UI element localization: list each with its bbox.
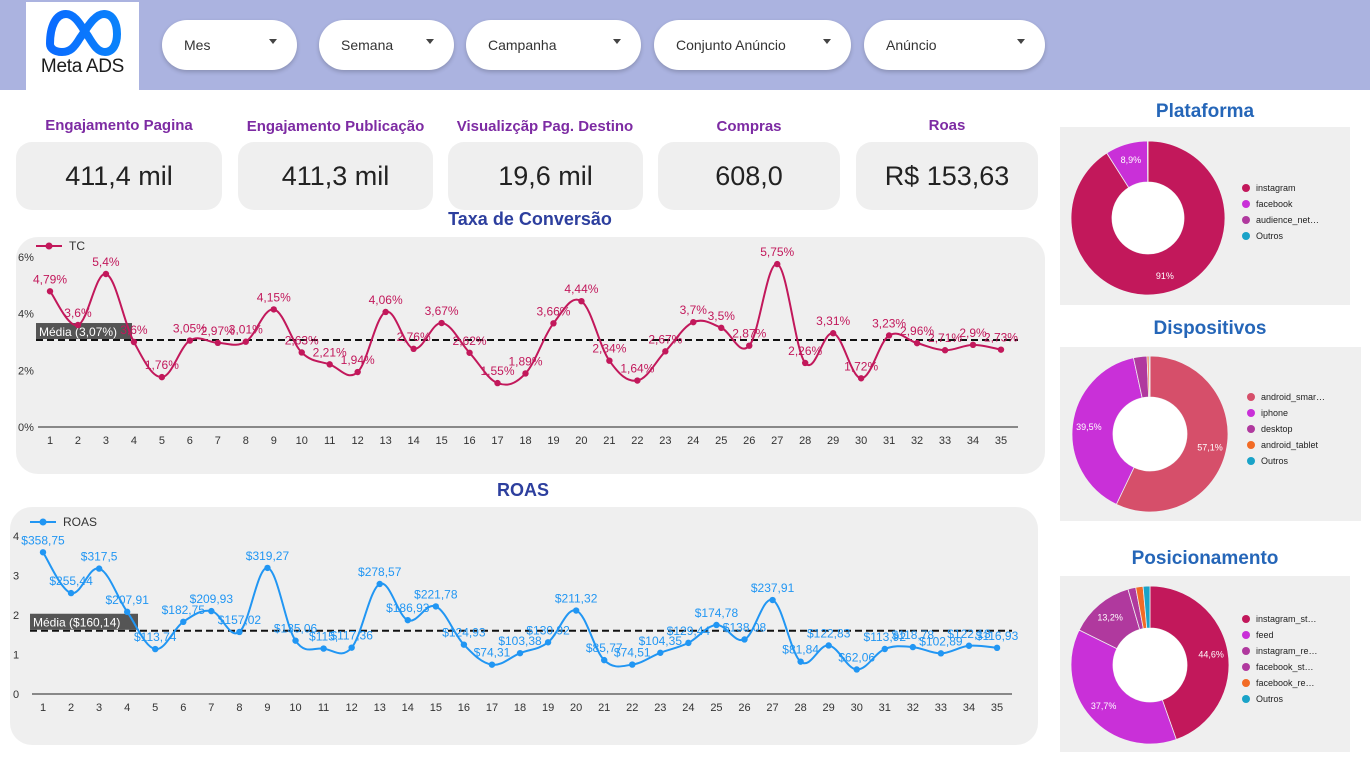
pie-slice-label: 8,9% (1121, 155, 1142, 165)
donut-hole (1112, 182, 1184, 254)
legend-label: iphone (1261, 408, 1288, 418)
legend-label: instagram_st… (1256, 614, 1317, 624)
donut-hole (1113, 628, 1187, 702)
legend-dot (1242, 184, 1250, 192)
legend-label: instagram_re… (1256, 646, 1318, 656)
legend-dot (1247, 409, 1255, 417)
legend-label: android_smar… (1261, 392, 1325, 402)
legend-dot (1242, 232, 1250, 240)
pie-slice-label: 37,7% (1091, 701, 1117, 711)
legend-dot (1242, 647, 1250, 655)
legend-label: facebook (1256, 199, 1293, 209)
pie-slice (1148, 355, 1151, 398)
pie-slice-label: 57,1% (1197, 443, 1223, 453)
pie-charts: 91% instagram 8,9% facebook audience_net… Out… (1070, 140, 1325, 745)
legend-label: feed (1256, 630, 1274, 640)
legend-label: Outros (1256, 231, 1284, 241)
legend-dot (1247, 425, 1255, 433)
pie-slice-label: 91% (1156, 271, 1174, 281)
legend-label: Outros (1256, 694, 1284, 704)
legend-dot (1242, 679, 1250, 687)
legend-dot (1242, 200, 1250, 208)
legend-label: facebook_re… (1256, 678, 1315, 688)
legend-dot (1247, 393, 1255, 401)
legend-dot (1247, 457, 1255, 465)
legend-dot (1247, 441, 1255, 449)
legend-dot (1242, 615, 1250, 623)
pie-slice-label: 39,5% (1076, 422, 1102, 432)
legend-dot (1242, 695, 1250, 703)
legend-label: android_tablet (1261, 440, 1319, 450)
donut-hole (1113, 397, 1187, 471)
pie-slice-label: 44,6% (1198, 650, 1224, 660)
legend-dot (1242, 631, 1250, 639)
legend-label: audience_net… (1256, 215, 1319, 225)
legend-label: instagram (1256, 183, 1296, 193)
pie-slice-label: 13,2% (1097, 612, 1123, 622)
legend-dot (1242, 663, 1250, 671)
legend-dot (1242, 216, 1250, 224)
legend-label: Outros (1261, 456, 1289, 466)
legend-label: facebook_st… (1256, 662, 1314, 672)
legend-label: desktop (1261, 424, 1293, 434)
